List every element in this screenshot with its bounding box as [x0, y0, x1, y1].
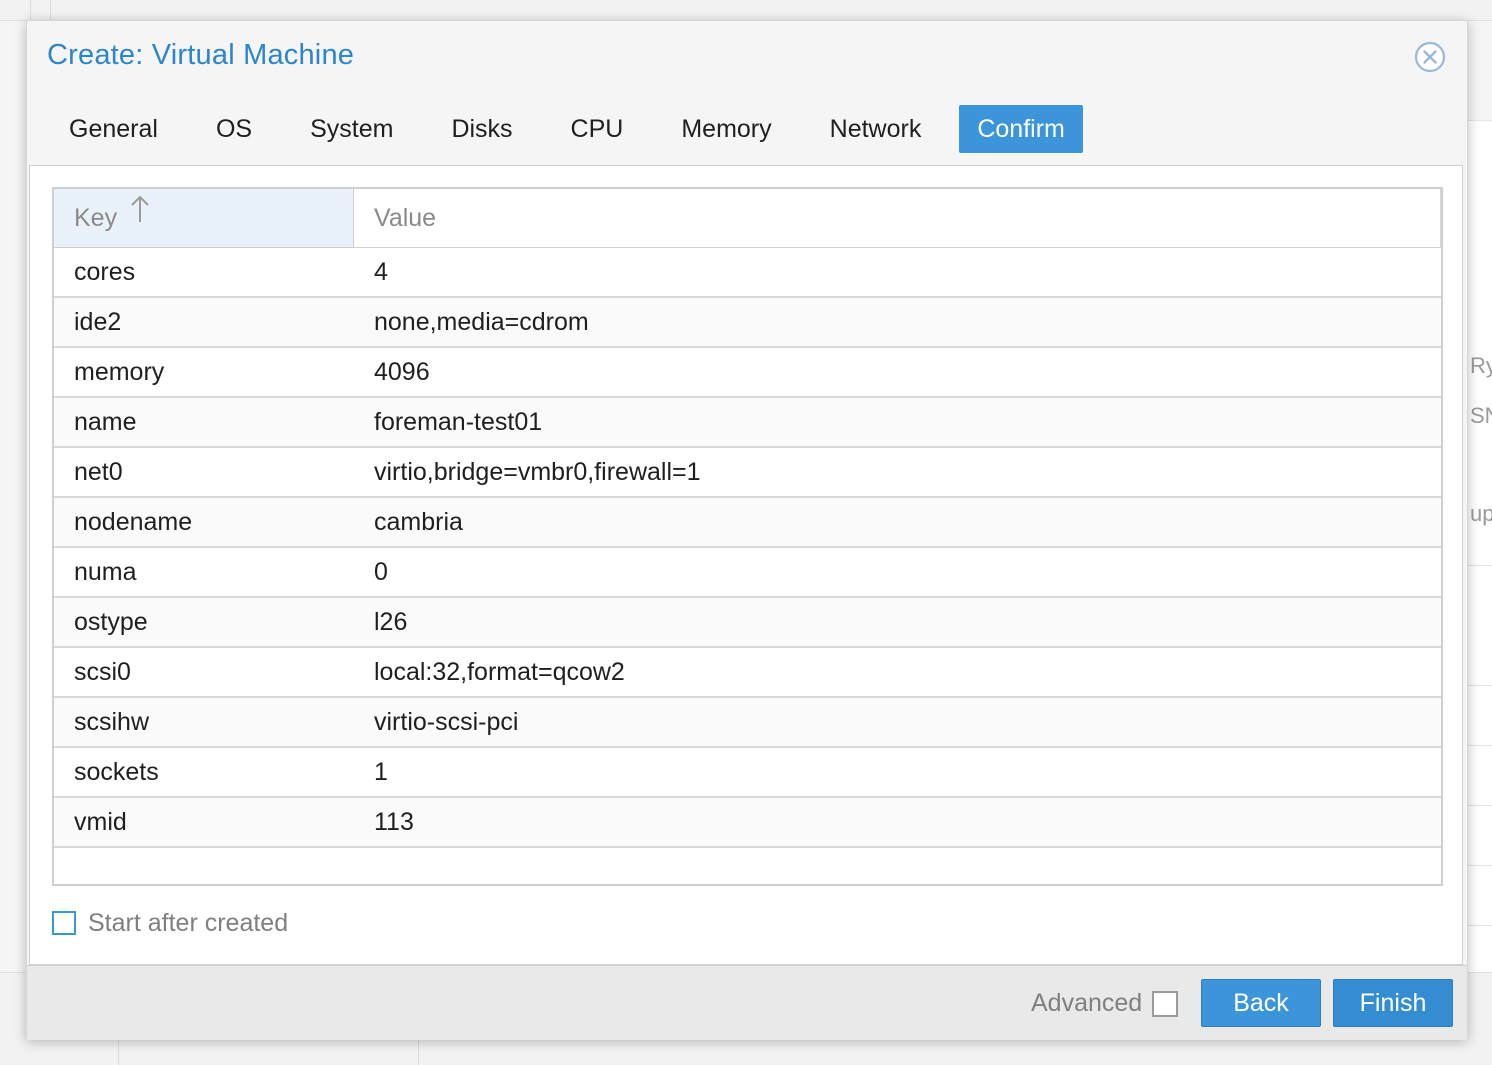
- row-key: net0: [74, 458, 123, 486]
- row-value: 1: [374, 758, 388, 786]
- wizard-tabs: General OS System Disks CPU Memory Netwo…: [49, 105, 1101, 153]
- summary-grid: Key Value cores 4 ide2 none,media=cdrom me…: [52, 187, 1443, 886]
- row-key: numa: [74, 558, 137, 586]
- start-after-created-option[interactable]: Start after created: [52, 908, 288, 938]
- table-row[interactable]: net0 virtio,bridge=vmbr0,firewall=1: [54, 448, 1441, 498]
- background-text: up: [1470, 501, 1492, 526]
- table-row[interactable]: numa 0: [54, 548, 1441, 598]
- tab-confirm[interactable]: Confirm: [959, 105, 1083, 153]
- table-row[interactable]: vmid 113: [54, 798, 1441, 848]
- grid-rows: cores 4 ide2 none,media=cdrom memory 4096 n…: [54, 248, 1441, 848]
- background-text: Ry: [1470, 353, 1492, 378]
- sort-ascending-icon: [130, 187, 150, 245]
- table-row[interactable]: nodename cambria: [54, 498, 1441, 548]
- row-value: cambria: [374, 508, 463, 536]
- row-key: vmid: [74, 808, 127, 836]
- grid-header: Key Value: [54, 189, 1441, 248]
- back-button[interactable]: Back: [1201, 979, 1321, 1027]
- table-row[interactable]: name foreman-test01: [54, 398, 1441, 448]
- background-panel: Ry SN up: [1466, 120, 1492, 981]
- create-vm-dialog: Create: Virtual Machine General OS Syste…: [26, 20, 1468, 1040]
- row-key: nodename: [74, 508, 193, 536]
- tab-general[interactable]: General: [49, 105, 178, 153]
- row-key: scsihw: [74, 708, 150, 736]
- advanced-label: Advanced: [1031, 989, 1143, 1017]
- row-key: cores: [74, 258, 136, 286]
- table-row[interactable]: ide2 none,media=cdrom: [54, 298, 1441, 348]
- confirm-panel: Key Value cores 4 ide2 none,media=cdrom me…: [29, 165, 1463, 965]
- column-header-key[interactable]: Key: [54, 189, 354, 247]
- row-value: virtio,bridge=vmbr0,firewall=1: [374, 458, 701, 486]
- row-value: local:32,format=qcow2: [374, 658, 625, 686]
- background-text: SN: [1470, 403, 1492, 428]
- row-key: name: [74, 408, 137, 436]
- finish-button[interactable]: Finish: [1333, 979, 1453, 1027]
- tab-memory[interactable]: Memory: [661, 105, 791, 153]
- row-value: foreman-test01: [374, 408, 543, 436]
- row-value: l26: [374, 608, 408, 636]
- tab-system[interactable]: System: [290, 105, 413, 153]
- tab-network[interactable]: Network: [810, 105, 942, 153]
- row-key: ide2: [74, 308, 122, 336]
- start-after-created-label: Start after created: [88, 908, 289, 937]
- row-value: virtio-scsi-pci: [374, 708, 519, 736]
- table-row[interactable]: cores 4: [54, 248, 1441, 298]
- table-row[interactable]: memory 4096: [54, 348, 1441, 398]
- tab-os[interactable]: OS: [196, 105, 272, 153]
- row-value: 4096: [374, 358, 430, 386]
- table-row[interactable]: scsi0 local:32,format=qcow2: [54, 648, 1441, 698]
- close-icon[interactable]: [1414, 41, 1446, 73]
- table-row[interactable]: scsihw virtio-scsi-pci: [54, 698, 1441, 748]
- start-after-created-checkbox[interactable]: [52, 911, 76, 935]
- dialog-footer: Advanced Back Finish: [27, 965, 1467, 1040]
- row-key: memory: [74, 358, 165, 386]
- table-row[interactable]: ostype l26: [54, 598, 1441, 648]
- tab-cpu[interactable]: CPU: [551, 105, 644, 153]
- background-toolbar: [0, 0, 1492, 21]
- row-value: 113: [374, 808, 414, 836]
- row-value: 4: [374, 258, 388, 286]
- row-value: 0: [374, 558, 388, 586]
- tab-disks[interactable]: Disks: [431, 105, 532, 153]
- table-row[interactable]: sockets 1: [54, 748, 1441, 798]
- row-key: ostype: [74, 608, 148, 636]
- column-header-value[interactable]: Value: [354, 189, 1441, 247]
- row-key: sockets: [74, 758, 159, 786]
- row-key: scsi0: [74, 658, 131, 686]
- column-header-key-label: Key: [74, 204, 118, 232]
- dialog-title: Create: Virtual Machine: [47, 39, 355, 71]
- row-value: none,media=cdrom: [374, 308, 589, 336]
- advanced-option[interactable]: Advanced: [1031, 989, 1179, 1018]
- advanced-checkbox[interactable]: [1152, 990, 1179, 1017]
